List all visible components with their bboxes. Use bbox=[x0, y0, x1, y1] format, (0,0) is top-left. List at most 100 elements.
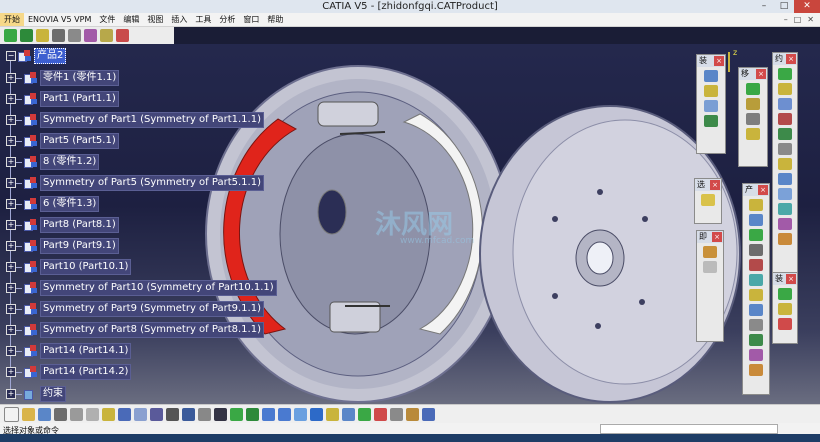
tree-node-label[interactable]: Part9 (Part9.1) bbox=[40, 238, 119, 254]
tree-node-label[interactable]: Symmetry of Part1 (Symmetry of Part1.1.1… bbox=[40, 112, 264, 128]
fix-together-icon[interactable] bbox=[778, 143, 792, 155]
tree-node[interactable]: + Part14 (Part14.1) bbox=[4, 343, 132, 359]
material-icon[interactable] bbox=[422, 408, 435, 421]
expand-icon[interactable]: + bbox=[6, 325, 16, 335]
tree-node[interactable]: + Symmetry of Part5 (Symmetry of Part5.1.… bbox=[4, 175, 264, 191]
tree-root-label[interactable]: 产品2 bbox=[34, 48, 67, 64]
zoom-out-icon[interactable] bbox=[278, 408, 291, 421]
reorder-icon[interactable] bbox=[749, 304, 763, 316]
tree-node-label[interactable]: Part14 (Part14.2) bbox=[40, 364, 132, 380]
menu-window[interactable]: 窗口 bbox=[239, 13, 263, 26]
expand-icon[interactable]: + bbox=[6, 367, 16, 377]
tree-node-label[interactable]: Part1 (Part1.1) bbox=[40, 91, 119, 107]
multi-instantiation-icon[interactable] bbox=[749, 274, 763, 286]
tree-node-constraints[interactable]: + 约束 bbox=[4, 386, 66, 402]
close-icon[interactable]: × bbox=[710, 180, 720, 190]
rotate-view-icon[interactable] bbox=[246, 408, 259, 421]
tree-node-label[interactable]: Symmetry of Part9 (Symmetry of Part9.1.1… bbox=[40, 301, 264, 317]
tree-node[interactable]: + 零件1 (零件1.1) bbox=[4, 70, 120, 86]
expand-icon[interactable]: + bbox=[6, 283, 16, 293]
expand-icon[interactable]: + bbox=[6, 262, 16, 272]
tree-node[interactable]: + Symmetry of Part9 (Symmetry of Part9.1.… bbox=[4, 301, 264, 317]
sectioning-icon[interactable] bbox=[390, 408, 403, 421]
manage-representations-icon[interactable] bbox=[749, 259, 763, 271]
snap-icon[interactable] bbox=[36, 29, 49, 42]
fix-icon[interactable] bbox=[778, 128, 792, 140]
cut-icon[interactable] bbox=[70, 408, 83, 421]
contact-icon[interactable] bbox=[778, 83, 792, 95]
coincidence-icon[interactable] bbox=[778, 68, 792, 80]
new-product-icon[interactable] bbox=[704, 85, 718, 97]
menu-edit[interactable]: 编辑 bbox=[119, 13, 143, 26]
new-component-icon[interactable] bbox=[704, 70, 718, 82]
paste-icon[interactable] bbox=[102, 408, 115, 421]
angle-icon[interactable] bbox=[778, 113, 792, 125]
scenes-icon[interactable] bbox=[749, 349, 763, 361]
publication-icon[interactable] bbox=[749, 364, 763, 376]
change-constraint-icon[interactable] bbox=[778, 188, 792, 200]
tree-node[interactable]: + Part8 (Part8.1) bbox=[4, 217, 119, 233]
menu-file[interactable]: 文件 bbox=[95, 13, 119, 26]
close-icon[interactable]: × bbox=[758, 185, 768, 195]
generate-numbering-icon[interactable] bbox=[749, 229, 763, 241]
close-button[interactable]: ✕ bbox=[794, 0, 820, 13]
tree-node[interactable]: + Symmetry of Part10 (Symmetry of Part10.… bbox=[4, 280, 277, 296]
expand-icon[interactable]: + bbox=[6, 220, 16, 230]
reuse-pattern-icon[interactable] bbox=[778, 203, 792, 215]
pocket-icon[interactable] bbox=[778, 318, 792, 330]
bill-of-material-icon[interactable] bbox=[749, 334, 763, 346]
shading-icon[interactable] bbox=[326, 408, 339, 421]
flexible-icon[interactable] bbox=[778, 173, 792, 185]
tree-node-label[interactable]: Symmetry of Part10 (Symmetry of Part10.1… bbox=[40, 280, 277, 296]
tree-node-label[interactable]: Symmetry of Part8 (Symmetry of Part8.1.1… bbox=[40, 322, 264, 338]
distance-icon[interactable] bbox=[100, 29, 113, 42]
tree-node-label[interactable]: Part5 (Part5.1) bbox=[40, 133, 119, 149]
select-arrow-icon[interactable] bbox=[701, 194, 715, 206]
sectioning-icon[interactable] bbox=[84, 29, 97, 42]
close-icon[interactable]: × bbox=[756, 69, 766, 79]
stop-manipulate-icon[interactable] bbox=[746, 128, 760, 140]
tree-node-label[interactable]: 8 (零件1.2) bbox=[40, 154, 100, 170]
expand-icon[interactable]: + bbox=[6, 115, 16, 125]
help-icon[interactable] bbox=[150, 408, 163, 421]
menu-help[interactable]: 帮助 bbox=[263, 13, 287, 26]
expand-icon[interactable]: + bbox=[6, 199, 16, 209]
selective-load-icon[interactable] bbox=[749, 244, 763, 256]
replace-icon[interactable] bbox=[749, 199, 763, 211]
command-input[interactable] bbox=[600, 424, 778, 434]
explode-icon[interactable] bbox=[746, 113, 760, 125]
tree-node-label[interactable]: 约束 bbox=[40, 386, 66, 402]
tree-node-label[interactable]: 零件1 (零件1.1) bbox=[40, 70, 120, 86]
swap-visible-icon[interactable] bbox=[358, 408, 371, 421]
expand-icon[interactable]: + bbox=[6, 389, 16, 399]
minimize-button[interactable]: – bbox=[754, 0, 774, 13]
tree-node[interactable]: +8 (零件1.2) bbox=[4, 154, 100, 170]
clash-icon[interactable] bbox=[68, 29, 81, 42]
symmetry-icon[interactable] bbox=[749, 319, 763, 331]
tree-node[interactable]: +6 (零件1.3) bbox=[4, 196, 100, 212]
expand-icon[interactable]: + bbox=[6, 304, 16, 314]
hole-icon[interactable] bbox=[778, 303, 792, 315]
redo-icon[interactable] bbox=[134, 408, 147, 421]
iso-view-icon[interactable] bbox=[310, 408, 323, 421]
maximize-button[interactable]: □ bbox=[774, 0, 794, 13]
pan-icon[interactable] bbox=[4, 29, 17, 42]
tree-root[interactable]: − 产品2 bbox=[4, 48, 67, 64]
clash-icon[interactable] bbox=[374, 408, 387, 421]
table-icon[interactable] bbox=[214, 408, 227, 421]
close-icon[interactable]: × bbox=[712, 232, 722, 242]
doc-restore-button[interactable]: □ bbox=[794, 15, 802, 24]
catalog-browser-icon[interactable] bbox=[198, 408, 211, 421]
offset-icon[interactable] bbox=[778, 98, 792, 110]
tree-node-label[interactable]: Part14 (Part14.1) bbox=[40, 343, 132, 359]
hide-show-icon[interactable] bbox=[342, 408, 355, 421]
fast-multi-instantiation-icon[interactable] bbox=[749, 289, 763, 301]
tree-node-label[interactable]: Symmetry of Part5 (Symmetry of Part5.1.1… bbox=[40, 175, 264, 191]
catalog-icon[interactable] bbox=[703, 246, 717, 258]
new-part-icon[interactable] bbox=[704, 100, 718, 112]
explode-icon[interactable] bbox=[52, 29, 65, 42]
normal-view-icon[interactable] bbox=[294, 408, 307, 421]
copy-icon[interactable] bbox=[86, 408, 99, 421]
knowledge-icon[interactable] bbox=[182, 408, 195, 421]
rotate-icon[interactable] bbox=[20, 29, 33, 42]
